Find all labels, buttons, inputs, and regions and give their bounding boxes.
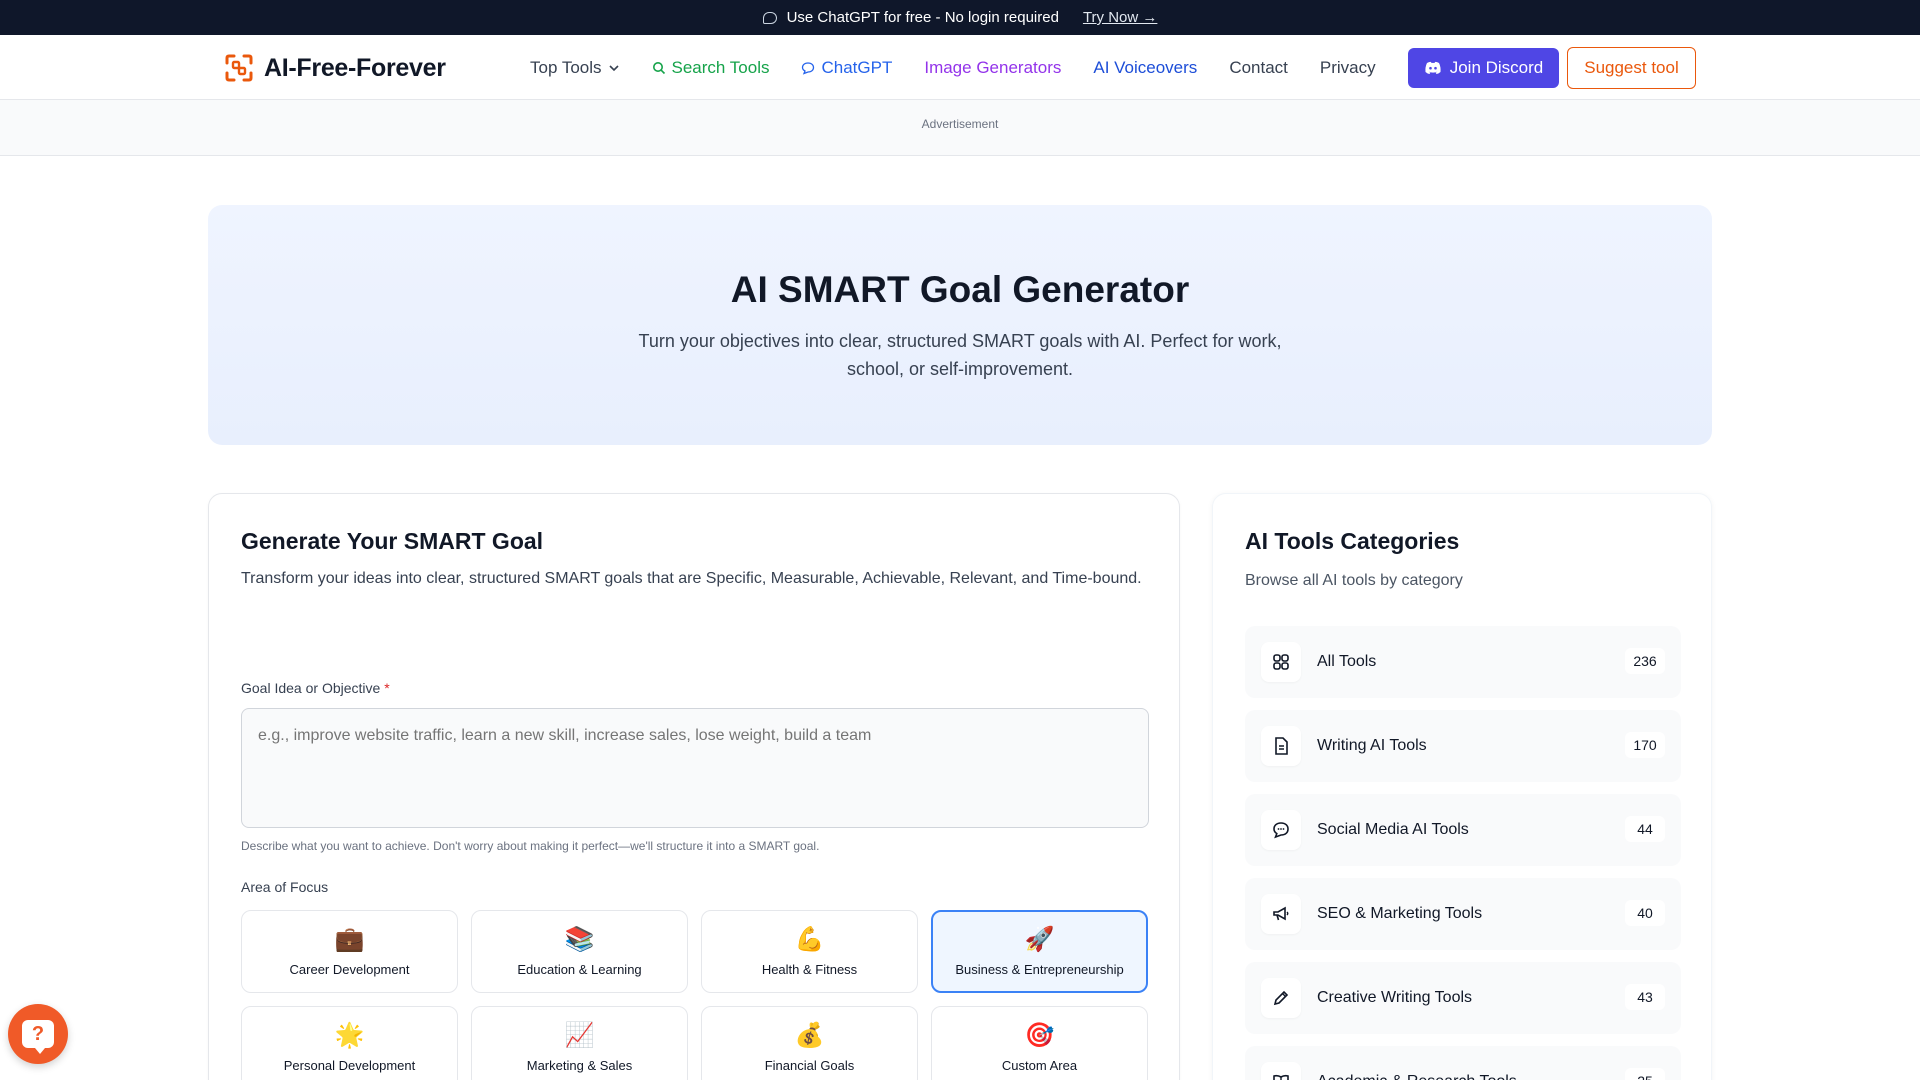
category-count-badge: 25 <box>1625 1068 1665 1080</box>
focus-area-label: Health & Fitness <box>761 962 858 977</box>
help-chat-button[interactable]: ? <box>8 1004 68 1064</box>
category-item[interactable]: Academic & Research Tools 25 <box>1245 1046 1681 1080</box>
promo-banner: Use ChatGPT for free - No login required… <box>0 0 1920 35</box>
category-count-badge: 44 <box>1625 816 1665 842</box>
category-item[interactable]: Creative Writing Tools 43 <box>1245 962 1681 1034</box>
focus-area-label: Business & Entrepreneurship <box>955 962 1124 977</box>
briefcase-icon: 💼 <box>334 926 365 953</box>
category-item[interactable]: Social Media AI Tools 44 <box>1245 794 1681 866</box>
category-name: Writing AI Tools <box>1317 737 1427 754</box>
chevron-down-icon <box>608 64 619 71</box>
focus-area-option[interactable]: 📈 Marketing & Sales <box>471 1006 688 1080</box>
category-count-badge: 40 <box>1625 900 1665 926</box>
logo-text: AI-Free-Forever <box>264 53 446 82</box>
megaphone-icon <box>1261 894 1301 934</box>
nav-contact[interactable]: Contact <box>1229 58 1288 78</box>
logo-icon <box>224 53 254 83</box>
focus-area-option[interactable]: 🌟 Personal Development <box>241 1006 458 1080</box>
hero-section: AI SMART Goal Generator Turn your object… <box>208 205 1712 445</box>
document-icon <box>1261 726 1301 766</box>
grid-icon <box>1261 642 1301 682</box>
category-name: SEO & Marketing Tools <box>1317 905 1483 922</box>
focus-area-label: Financial Goals <box>764 1058 855 1073</box>
nav-search-tools[interactable]: Search Tools <box>652 57 770 78</box>
target-icon: 🎯 <box>1024 1022 1055 1049</box>
nav-top-tools-label: Top Tools <box>530 57 602 77</box>
focus-area-label: Career Development <box>289 962 410 977</box>
sidebar-subtitle: Browse all AI tools by category <box>1245 572 1463 589</box>
category-name: Social Media AI Tools <box>1317 821 1469 838</box>
question-mark-icon: ? <box>22 1020 54 1054</box>
book-icon <box>1261 1062 1301 1080</box>
star-icon: 🌟 <box>334 1022 365 1049</box>
category-count-badge: 43 <box>1625 984 1665 1010</box>
nav-ai-voiceovers[interactable]: AI Voiceovers <box>1093 58 1197 78</box>
books-icon: 📚 <box>564 926 595 953</box>
categories-sidebar: AI Tools Categories Browse all AI tools … <box>1212 493 1712 1080</box>
discord-icon <box>1425 61 1441 74</box>
search-icon <box>652 61 665 74</box>
focus-area-label: Area of Focus <box>241 879 329 895</box>
money-bag-icon: 💰 <box>794 1022 825 1049</box>
focus-area-label: Marketing & Sales <box>526 1058 633 1073</box>
focus-area-label: Personal Development <box>283 1058 416 1073</box>
nav-search-label: Search Tools <box>671 57 770 77</box>
goal-input[interactable] <box>241 708 1149 828</box>
category-name: Academic & Research Tools <box>1317 1073 1517 1080</box>
goal-label-text: Goal Idea or Objective <box>241 680 381 696</box>
focus-area-option[interactable]: 🚀 Business & Entrepreneurship <box>931 910 1148 993</box>
chat-bubble-icon <box>762 11 777 24</box>
form-description: Transform your ideas into clear, structu… <box>241 570 1142 587</box>
focus-area-option[interactable]: 📚 Education & Learning <box>471 910 688 993</box>
nav-chatgpt[interactable]: ChatGPT <box>801 58 892 78</box>
site-logo[interactable]: AI-Free-Forever <box>224 53 446 83</box>
nav-image-generators[interactable]: Image Generators <box>924 58 1061 78</box>
focus-area-option[interactable]: 💰 Financial Goals <box>701 1006 918 1080</box>
category-list: All Tools 236 Writing AI Tools 170 Social Me… <box>1245 626 1681 1080</box>
category-count-badge: 236 <box>1625 648 1665 674</box>
category-name: Creative Writing Tools <box>1317 989 1473 1006</box>
category-item[interactable]: SEO & Marketing Tools 40 <box>1245 878 1681 950</box>
category-name: All Tools <box>1317 653 1377 670</box>
focus-area-label: Education & Learning <box>517 962 642 977</box>
required-marker: * <box>384 680 390 696</box>
try-now-link[interactable]: Try Now → <box>1083 9 1157 26</box>
focus-area-option[interactable]: 💼 Career Development <box>241 910 458 993</box>
sidebar-title: AI Tools Categories <box>1245 528 1460 554</box>
page-subtitle: Turn your objectives into clear, structu… <box>638 331 1282 379</box>
site-header: AI-Free-Forever Top Tools Search Tools C… <box>0 35 1920 100</box>
chart-increasing-icon: 📈 <box>564 1022 595 1049</box>
nav-top-tools[interactable]: Top Tools <box>530 58 620 78</box>
focus-area-option[interactable]: 🎯 Custom Area <box>931 1006 1148 1080</box>
goal-help-text: Describe what you want to achieve. Don't… <box>241 839 820 853</box>
form-title: Generate Your SMART Goal <box>241 528 544 554</box>
category-count-badge: 170 <box>1625 732 1665 758</box>
suggest-tool-button[interactable]: Suggest tool <box>1567 47 1696 89</box>
goal-form-card: Generate Your SMART Goal Transform your … <box>208 493 1180 1080</box>
category-item[interactable]: All Tools 236 <box>1245 626 1681 698</box>
category-item[interactable]: Writing AI Tools 170 <box>1245 710 1681 782</box>
advertisement-label: Advertisement <box>921 117 999 131</box>
pencil-icon <box>1261 978 1301 1018</box>
page-title: AI SMART Goal Generator <box>730 269 1190 310</box>
goal-form: Generate Your SMART Goal Transform your … <box>241 528 1149 1080</box>
main-nav: Top Tools Search Tools ChatGPT Image Gen… <box>530 35 1376 100</box>
focus-area-grid: 💼 Career Development 📚 Education & Learning… <box>241 910 1149 1080</box>
focus-area-label: Custom Area <box>1001 1058 1078 1073</box>
flexed-biceps-icon: 💪 <box>794 926 825 953</box>
promo-text: Use ChatGPT for free - No login required <box>786 9 1059 26</box>
focus-area-option[interactable]: 💪 Health & Fitness <box>701 910 918 993</box>
nav-privacy[interactable]: Privacy <box>1320 58 1376 78</box>
rocket-icon: 🚀 <box>1024 926 1055 953</box>
goal-input-label: Goal Idea or Objective * <box>241 680 390 696</box>
chat-bubble-icon <box>1261 810 1301 850</box>
join-discord-label: Join Discord <box>1449 58 1544 77</box>
chat-bubble-icon <box>802 61 815 75</box>
nav-chatgpt-label: ChatGPT <box>821 57 893 77</box>
advertisement-slot: Advertisement <box>0 100 1920 156</box>
join-discord-button[interactable]: Join Discord <box>1408 48 1559 88</box>
